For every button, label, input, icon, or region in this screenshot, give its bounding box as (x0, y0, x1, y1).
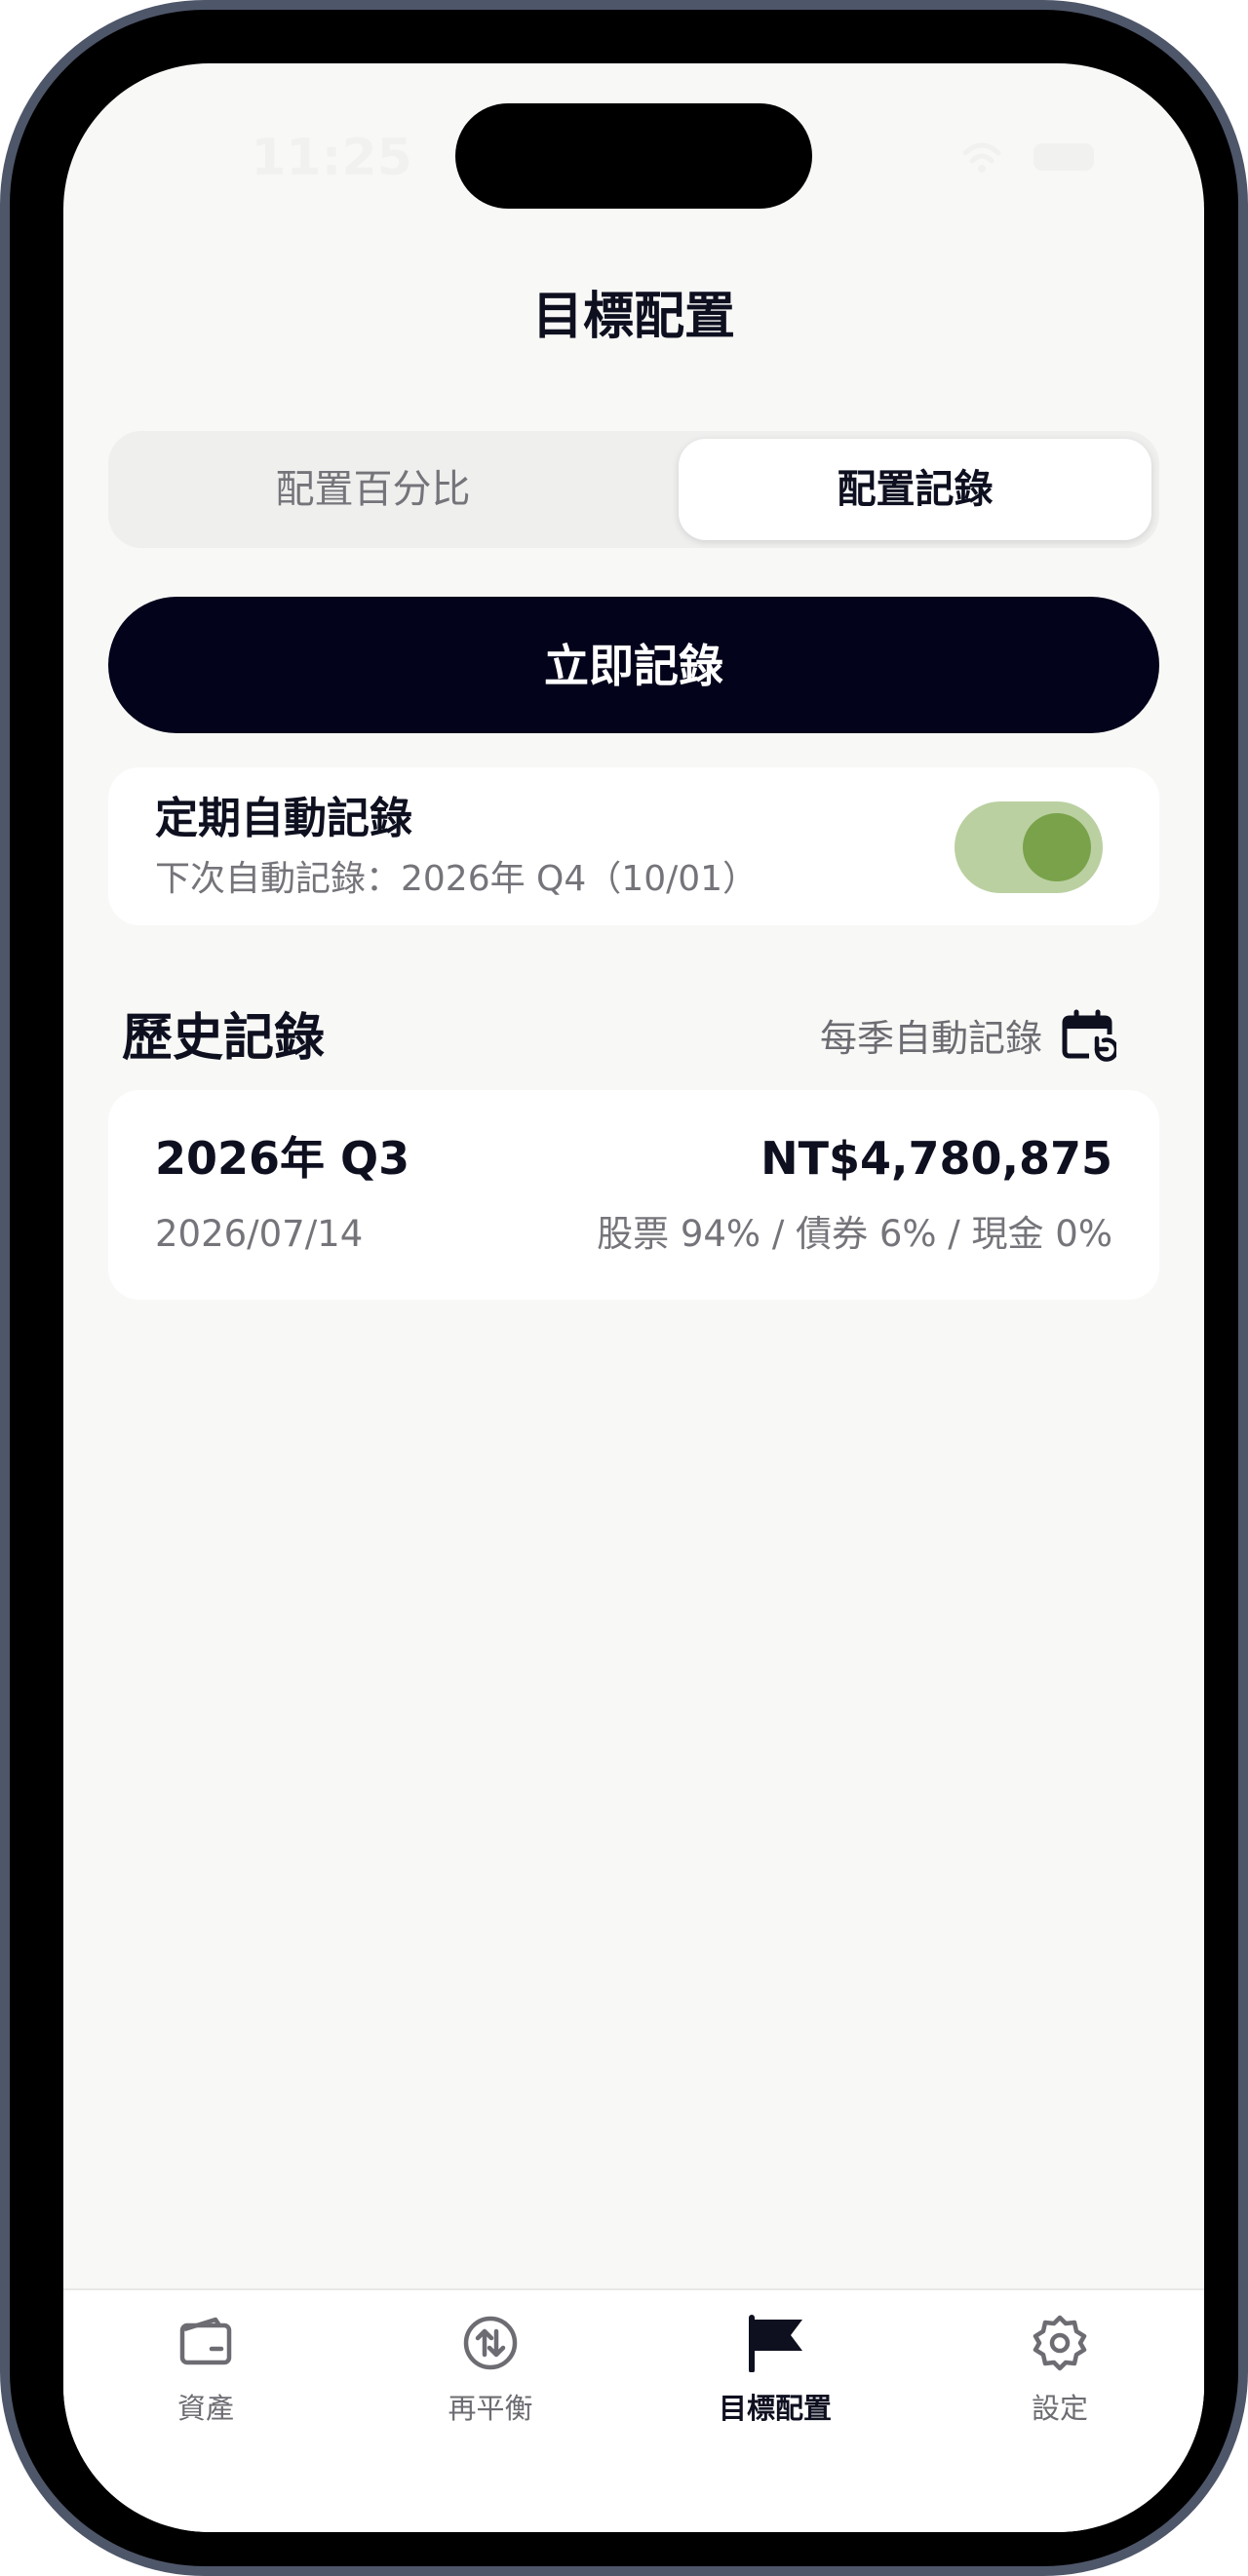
record-quarter: 2026年 Q3 (155, 1132, 410, 1185)
wallet-icon (179, 2317, 232, 2365)
wifi-icon (962, 142, 1001, 164)
record-now-button[interactable]: 立即記錄 (108, 597, 1159, 733)
history-section-title: 歷史記錄 (122, 1009, 326, 1068)
rebalance-arrows-icon (463, 2316, 518, 2370)
status-icons (962, 142, 1094, 173)
flag-icon (749, 2315, 802, 2372)
tab-assets-label: 資產 (176, 2392, 234, 2425)
segment-allocation-records[interactable]: 配置記錄 (679, 439, 1151, 540)
tab-settings[interactable]: 設定 (917, 2314, 1202, 2450)
record-frequency-label: 每季自動記錄 (819, 1017, 1042, 1060)
page-title: 目標配置 (531, 288, 735, 346)
tab-target-allocation[interactable]: 目標配置 (633, 2314, 917, 2450)
record-allocation: 股票 94% / 債券 6% / 現金 0% (597, 1213, 1112, 1255)
record-date: 2026/07/14 (155, 1213, 364, 1255)
auto-record-next-date: 下次自動記錄：2026年 Q4（10/01） (155, 859, 759, 899)
tab-settings-label: 設定 (1031, 2392, 1088, 2425)
app-screen: 11:25 目標配置 配置百分比 配置記錄 立即記錄 定期自動記錄 下次自動記錄… (63, 63, 1204, 2532)
auto-record-title: 定期自動記錄 (155, 794, 412, 843)
tab-rebalance[interactable]: 再平衡 (348, 2314, 633, 2450)
battery-icon (1034, 143, 1094, 171)
bottom-tab-bar: 資產 再平衡 目標配置 設定 (63, 2288, 1204, 2532)
calendar-repeat-icon (1062, 1009, 1116, 1062)
tab-rebalance-label: 再平衡 (448, 2392, 533, 2425)
tab-assets[interactable]: 資產 (63, 2314, 348, 2450)
record-amount: NT$4,780,875 (760, 1132, 1112, 1185)
phone-bezel: 11:25 目標配置 配置百分比 配置記錄 立即記錄 定期自動記錄 下次自動記錄… (10, 10, 1238, 2566)
record-frequency-button[interactable]: 每季自動記錄 (746, 1001, 1116, 1075)
history-record-card[interactable]: 2026年 Q3 NT$4,780,875 2026/07/14 股票 94% … (108, 1090, 1159, 1300)
dynamic-island (455, 103, 812, 209)
gear-icon (1033, 2315, 1087, 2371)
auto-record-toggle[interactable] (955, 801, 1103, 893)
tab-target-allocation-label: 目標配置 (718, 2392, 832, 2425)
status-time: 11:25 (251, 129, 412, 187)
segment-allocation-percent[interactable]: 配置百分比 (116, 439, 630, 540)
auto-record-card: 定期自動記錄 下次自動記錄：2026年 Q4（10/01） (108, 767, 1159, 925)
phone-frame: 11:25 目標配置 配置百分比 配置記錄 立即記錄 定期自動記錄 下次自動記錄… (0, 0, 1248, 2576)
toggle-knob (1023, 813, 1091, 881)
segmented-control: 配置百分比 配置記錄 (108, 431, 1159, 548)
wifi-dot-icon (978, 165, 986, 173)
